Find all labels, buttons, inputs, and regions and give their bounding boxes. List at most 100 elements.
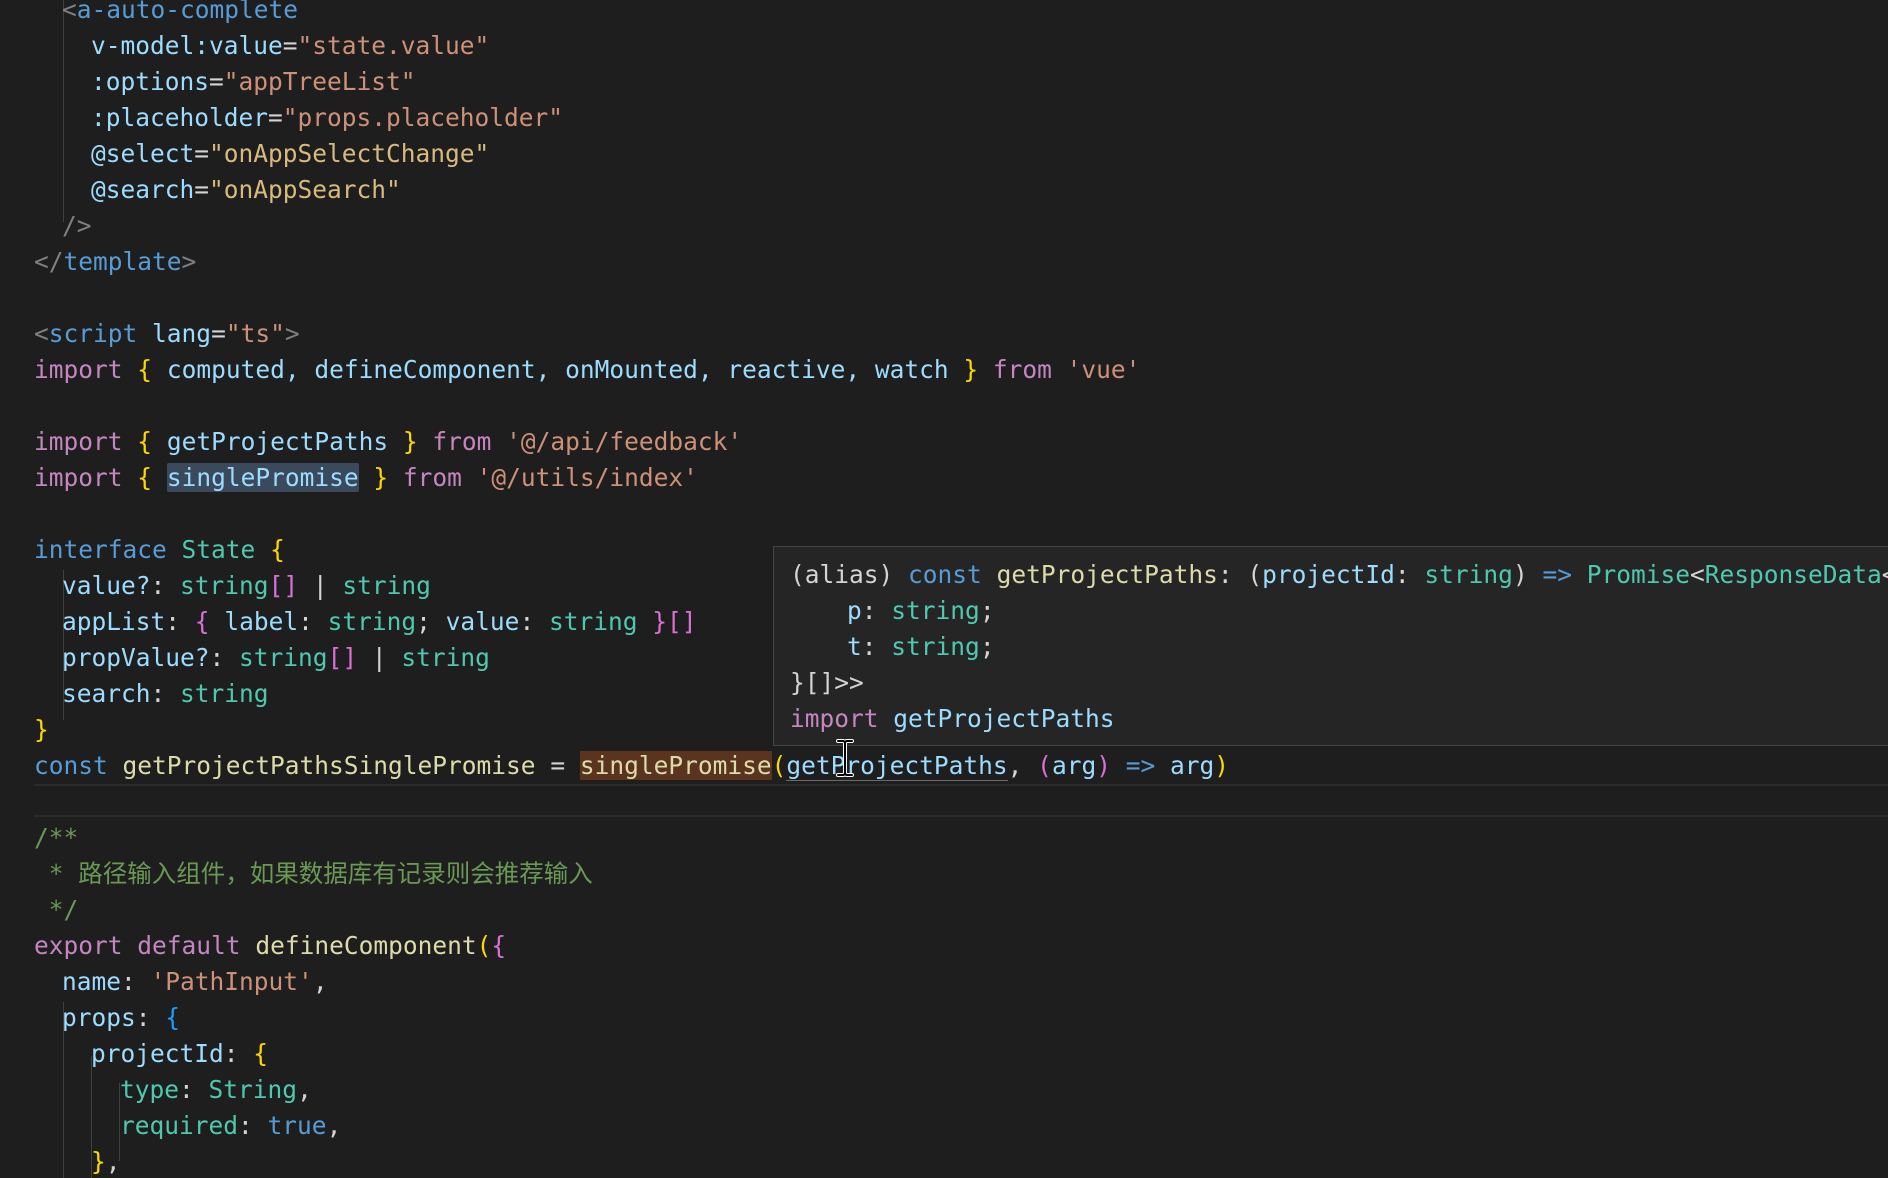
code-line[interactable]: propValue?: string[] | string xyxy=(62,640,490,676)
code-line[interactable]: } xyxy=(34,712,49,748)
code-line[interactable]: :placeholder="props.placeholder" xyxy=(91,100,563,136)
token: { xyxy=(137,427,153,456)
code-line[interactable]: <script lang="ts"> xyxy=(34,316,300,352)
hovered-symbol[interactable]: getProjectPaths xyxy=(786,751,1008,781)
token: : xyxy=(861,596,877,625)
token: name xyxy=(62,967,122,996)
token: = xyxy=(268,103,283,132)
highlighted-symbol[interactable]: singlePromise xyxy=(579,751,772,780)
code-line[interactable]: :options="appTreeList" xyxy=(91,64,416,100)
token: lang xyxy=(152,319,212,348)
token: string xyxy=(342,571,431,600)
token: < xyxy=(1690,560,1705,589)
token: type xyxy=(120,1075,180,1104)
code-line[interactable]: * 路径输入组件，如果数据库有记录则会推荐输入 xyxy=(34,856,593,892)
token: search xyxy=(62,679,151,708)
token: :options xyxy=(91,67,210,96)
token: a-auto-complete xyxy=(76,0,299,24)
token: '@/api/feedback' xyxy=(506,427,743,456)
code-line[interactable]: appList: { label: string; value: string … xyxy=(62,604,697,640)
token: string xyxy=(327,607,417,636)
code-line[interactable]: type: String, xyxy=(120,1072,312,1108)
token: : xyxy=(1394,560,1410,589)
hover-signature-line: }[]>> xyxy=(790,665,864,701)
token: State xyxy=(181,535,256,564)
token: ( xyxy=(771,751,787,780)
code-line[interactable]: search: string xyxy=(62,676,269,712)
hover-tooltip[interactable]: (alias) const getProjectPaths: (projectI… xyxy=(773,546,1888,746)
token: propValue? xyxy=(62,643,210,672)
token: export xyxy=(34,931,123,960)
code-line[interactable]: import { getProjectPaths } from '@/api/f… xyxy=(34,424,742,460)
token: string xyxy=(548,607,638,636)
token: ( xyxy=(476,931,492,960)
token: "onAppSearch" xyxy=(209,175,401,204)
code-line[interactable]: @select="onAppSelectChange" xyxy=(91,136,489,172)
code-line[interactable]: /** xyxy=(34,820,78,856)
code-line[interactable]: /> xyxy=(62,208,92,244)
token: , xyxy=(105,1147,121,1176)
code-line[interactable]: }, xyxy=(91,1144,121,1178)
token: from xyxy=(992,355,1052,384)
token: required xyxy=(120,1111,239,1140)
token: { xyxy=(165,1003,181,1032)
token: [] xyxy=(327,643,358,672)
token: , xyxy=(1007,751,1023,780)
code-line[interactable]: props: { xyxy=(62,1000,180,1036)
token: const xyxy=(908,560,982,589)
code-line[interactable]: */ xyxy=(34,892,79,928)
code-line[interactable]: name: 'PathInput', xyxy=(62,964,328,1000)
token: } xyxy=(963,355,979,384)
token: : xyxy=(135,1003,151,1032)
token: string xyxy=(239,643,328,672)
token: } xyxy=(34,715,49,744)
code-line[interactable]: interface State { xyxy=(34,532,285,568)
token: } xyxy=(402,427,418,456)
code-line[interactable]: import { computed, defineComponent, onMo… xyxy=(34,352,1140,388)
selected-symbol[interactable]: singlePromise xyxy=(166,463,359,492)
token: "props.placeholder" xyxy=(282,103,564,132)
token: : xyxy=(298,607,313,636)
current-line-highlight xyxy=(34,784,1888,817)
token: </ xyxy=(34,247,64,276)
code-line[interactable]: value?: string[] | string xyxy=(62,568,431,604)
token: p xyxy=(847,596,862,625)
code-line[interactable]: <a-auto-complete xyxy=(62,0,298,28)
code-line[interactable]: projectId: { xyxy=(91,1036,268,1072)
token: { xyxy=(491,931,507,960)
token: string xyxy=(180,679,269,708)
token: @select xyxy=(91,139,195,168)
token: > xyxy=(181,247,197,276)
code-line[interactable]: @search="onAppSearch" xyxy=(91,172,401,208)
token: script xyxy=(48,319,138,348)
code-line[interactable]: v-model:value="state.value" xyxy=(91,28,489,64)
token: getProjectPathsSinglePromise xyxy=(122,751,536,780)
token: = xyxy=(194,175,210,204)
token: string xyxy=(891,632,980,661)
token: string xyxy=(891,596,980,625)
code-line[interactable]: </template> xyxy=(34,244,196,280)
token: template xyxy=(63,247,182,276)
token: defineComponent xyxy=(255,931,477,960)
token: getProjectPaths xyxy=(996,560,1218,589)
code-line[interactable]: import { singlePromise } from '@/utils/i… xyxy=(34,460,698,496)
token: : xyxy=(861,632,877,661)
code-line[interactable]: const getProjectPathsSinglePromise = sin… xyxy=(34,748,1229,784)
token: => xyxy=(1542,560,1572,589)
token: t xyxy=(847,632,862,661)
hover-signature-line: p: string; xyxy=(847,593,995,629)
comment: */ xyxy=(34,895,79,924)
token: <{ xyxy=(1882,560,1888,589)
token: import xyxy=(34,427,123,456)
token: Promise xyxy=(1586,560,1691,589)
code-line[interactable]: required: true, xyxy=(120,1108,341,1144)
token: : xyxy=(238,1111,253,1140)
token: "state.value" xyxy=(297,31,490,60)
code-line[interactable]: export default defineComponent({ xyxy=(34,928,506,964)
token: import xyxy=(34,355,123,384)
token: string xyxy=(180,571,269,600)
code-editor[interactable]: <a-auto-complete v-model:value="state.va… xyxy=(0,0,1888,1178)
token: 'PathInput' xyxy=(150,967,313,996)
token: = xyxy=(194,139,210,168)
token: /> xyxy=(62,211,92,240)
